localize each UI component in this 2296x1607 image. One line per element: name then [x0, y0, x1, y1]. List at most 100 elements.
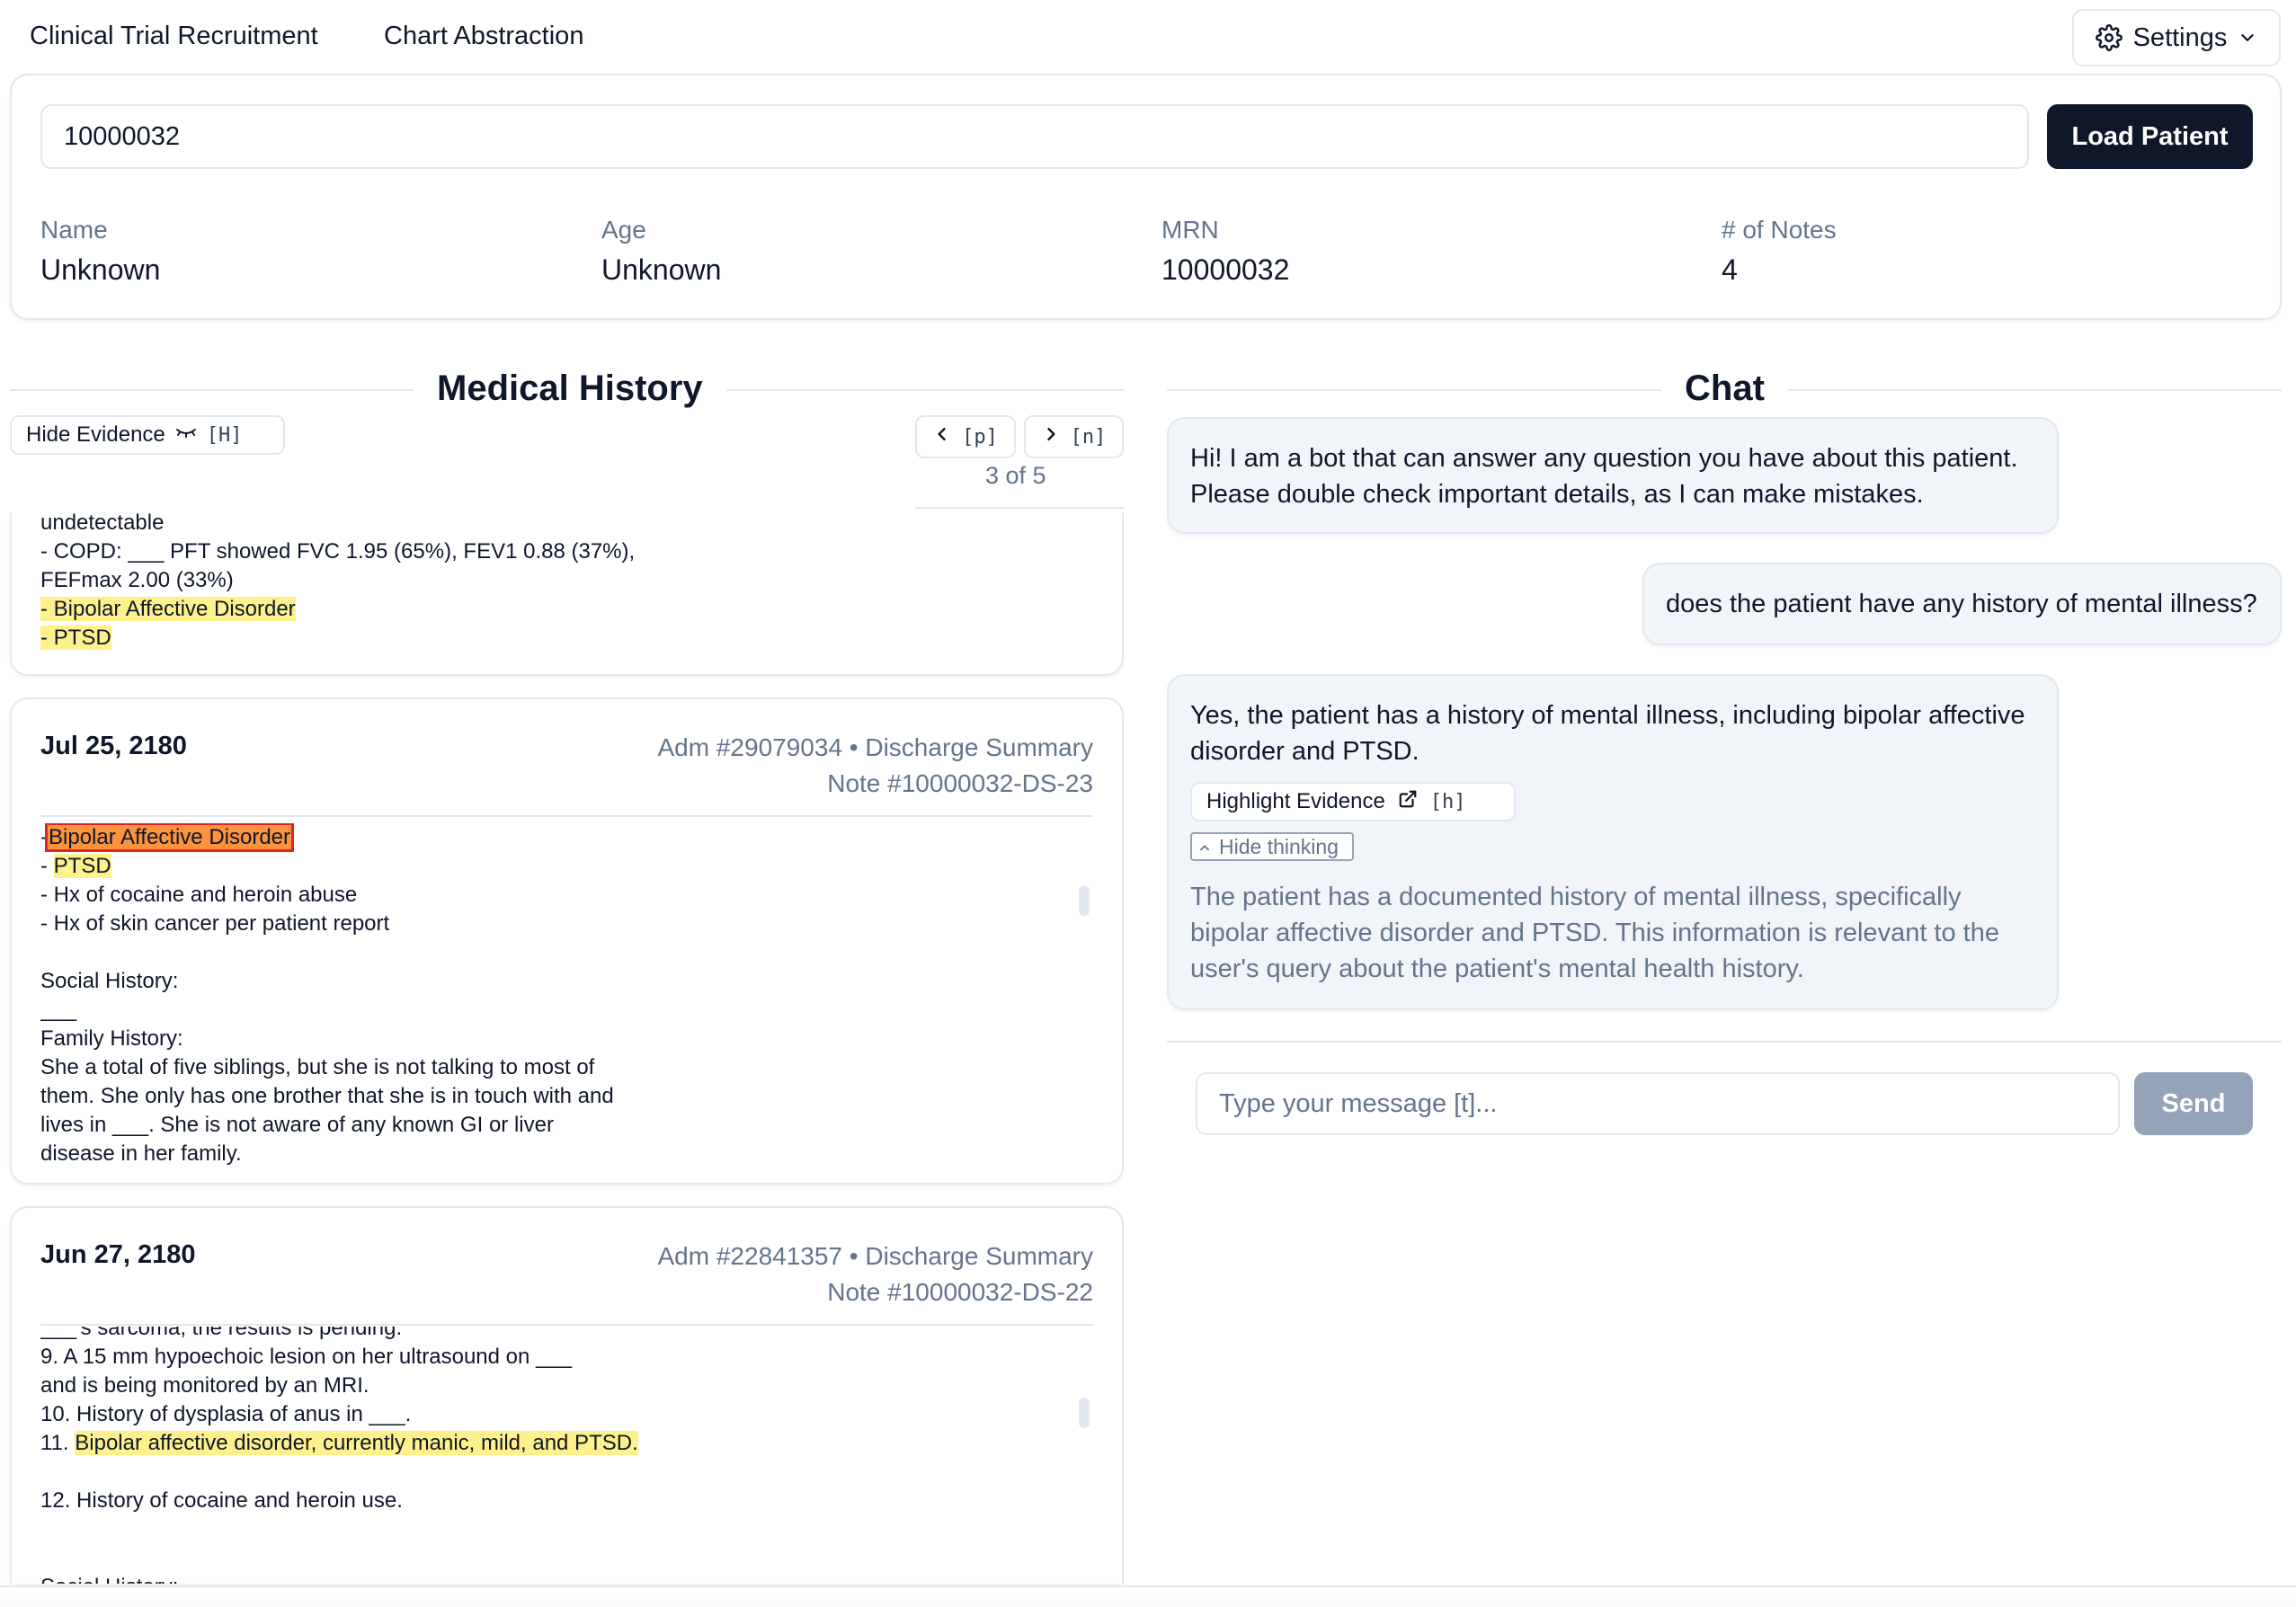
chat-composer-rule	[1167, 1041, 2282, 1043]
note-line: Family History:	[40, 1026, 183, 1051]
field-label: MRN	[1161, 216, 1219, 244]
eye-closed-icon	[174, 422, 198, 448]
top-nav: Clinical Trial Recruitment Chart Abstrac…	[0, 0, 2296, 75]
evidence-highlight: PTSD	[53, 854, 111, 878]
bot-message: Yes, the patient has a history of mental…	[1167, 674, 2059, 1010]
patient-field-note-count: # of Notes 4	[1722, 216, 1837, 287]
chat-title: Chat	[1661, 368, 1788, 409]
note-divider	[40, 1324, 1093, 1326]
external-link-icon	[1398, 789, 1418, 815]
prev-note-button[interactable]: [p]	[915, 415, 1016, 458]
load-patient-button[interactable]: Load Patient	[2047, 104, 2253, 169]
note-line: - PTSD	[40, 624, 939, 653]
note-pager-count: 3 of 5	[985, 462, 1046, 489]
note-line	[40, 1515, 939, 1544]
note-card[interactable]: Jun 27, 2180 Adm #22841357 • Discharge S…	[10, 1206, 1124, 1584]
field-label: Age	[601, 216, 646, 244]
note-line: - COPD: ___ PFT showed FVC 1.95 (65%), F…	[40, 539, 636, 564]
note-line: disease in her family.	[40, 1141, 242, 1166]
highlight-evidence-shortcut: [h]	[1429, 790, 1466, 813]
nav-link-chart-abstraction[interactable]: Chart Abstraction	[384, 22, 583, 51]
user-message-text: does the patient have any history of men…	[1666, 590, 2257, 618]
note-line: -Bipolar Affective Disorder	[40, 823, 295, 852]
highlight-evidence-button[interactable]: Highlight Evidence [h]	[1190, 782, 1516, 821]
chevron-left-icon	[933, 424, 951, 450]
prev-shortcut: [p]	[962, 425, 998, 448]
note-admission: Adm #22841357 • Discharge Summary	[657, 1242, 1094, 1270]
patient-field-name: Name Unknown	[40, 216, 160, 287]
field-value: 10000032	[1161, 253, 1290, 286]
note-scrollbar[interactable]	[1079, 1398, 1090, 1428]
note-scrollbar[interactable]	[1079, 885, 1090, 916]
settings-button[interactable]: Settings	[2072, 9, 2281, 67]
note-card[interactable]: Jul 25, 2180 Adm #29079034 • Discharge S…	[10, 697, 1124, 1185]
bot-message-text: Yes, the patient has a history of mental…	[1190, 701, 2025, 766]
page-bottom-edge	[0, 1585, 2296, 1607]
note-line: - Bipolar Affective Disorder	[40, 595, 939, 624]
send-button[interactable]: Send	[2134, 1072, 2253, 1135]
note-line: ___	[40, 998, 77, 1022]
note-body[interactable]: ___'s sarcoma, the results is pending. 9…	[40, 1327, 939, 1584]
note-admission: Adm #29079034 • Discharge Summary	[657, 733, 1094, 761]
field-value: Unknown	[40, 253, 161, 286]
user-message: does the patient have any history of men…	[1642, 563, 2282, 645]
hide-evidence-shortcut: [H]	[206, 423, 243, 447]
field-label: Name	[40, 216, 108, 244]
evidence-highlight: - PTSD	[40, 626, 111, 650]
patient-field-mrn: MRN 10000032	[1161, 216, 1289, 287]
field-value: 4	[1722, 253, 1738, 286]
note-line: - Hx of cocaine and heroin abuse	[40, 883, 358, 907]
note-body[interactable]: -Bipolar Affective Disorder - PTSD - Hx …	[40, 823, 939, 1168]
note-meta: Adm #29079034 • Discharge Summary Note #…	[658, 730, 1094, 802]
thinking-text: The patient has a documented history of …	[1190, 883, 1999, 983]
note-line: them. She only has one brother that she …	[40, 1084, 614, 1108]
note-date: Jun 27, 2180	[40, 1240, 196, 1269]
note-line: undetectable	[40, 512, 165, 535]
next-shortcut: [n]	[1070, 425, 1107, 448]
chevron-up-icon	[1197, 835, 1212, 859]
bot-message-text: Hi! I am a bot that can answer any quest…	[1190, 444, 2018, 509]
hide-evidence-toggle[interactable]: Hide Evidence [H]	[10, 415, 285, 455]
next-note-button[interactable]: [n]	[1024, 415, 1124, 458]
chevron-right-icon	[1042, 424, 1060, 450]
chat-message-input[interactable]	[1196, 1072, 2120, 1135]
note-body[interactable]: undetectable - COPD: ___ PFT showed FVC …	[40, 512, 939, 653]
note-meta: Adm #22841357 • Discharge Summary Note #…	[658, 1239, 1094, 1310]
nav-link-clinical-trial-recruitment[interactable]: Clinical Trial Recruitment	[30, 22, 318, 51]
pager-rule	[915, 507, 1124, 509]
note-line: ___'s sarcoma, the results is pending.	[40, 1327, 403, 1340]
hide-thinking-toggle[interactable]: Hide thinking	[1190, 832, 1354, 861]
note-line: 9. A 15 mm hypoechoic lesion on her ultr…	[40, 1345, 573, 1369]
active-evidence-highlight: Bipolar Affective Disorder	[44, 823, 295, 852]
note-line: and is being monitored by an MRI.	[40, 1373, 369, 1398]
note-line	[40, 1458, 939, 1487]
note-line	[40, 938, 939, 967]
bot-message: Hi! I am a bot that can answer any quest…	[1167, 417, 2059, 534]
note-line: FEFmax 2.00 (33%)	[40, 568, 234, 592]
field-value: Unknown	[601, 253, 722, 286]
settings-label: Settings	[2132, 22, 2228, 52]
gear-icon	[2095, 24, 2122, 51]
note-line: - Hx of skin cancer per patient report	[40, 911, 390, 936]
note-line: She a total of five siblings, but she is…	[40, 1055, 595, 1079]
note-line: Social History:	[40, 1573, 939, 1584]
medical-history-title: Medical History	[414, 368, 726, 409]
evidence-highlight: - Bipolar Affective Disorder	[40, 597, 296, 621]
note-line: 11. Bipolar affective disorder, currentl…	[40, 1431, 638, 1455]
hide-thinking-label: Hide thinking	[1219, 834, 1339, 858]
patient-id-input[interactable]	[40, 104, 2029, 169]
hide-evidence-label: Hide Evidence	[26, 422, 165, 447]
highlight-evidence-label: Highlight Evidence	[1206, 789, 1385, 813]
field-label: # of Notes	[1722, 216, 1837, 244]
note-date: Jul 25, 2180	[40, 732, 187, 760]
chevron-down-icon	[2238, 28, 2257, 48]
note-line: lives in ___. She is not aware of any kn…	[40, 1113, 554, 1137]
evidence-highlight: Bipolar affective disorder, currently ma…	[75, 1431, 638, 1455]
note-id: Note #10000032-DS-23	[827, 769, 1093, 797]
note-line: Social History:	[40, 969, 179, 993]
note-card[interactable]: undetectable - COPD: ___ PFT showed FVC …	[10, 512, 1124, 676]
note-line: 10. History of dysplasia of anus in ___.	[40, 1402, 412, 1426]
patient-field-age: Age Unknown	[601, 216, 721, 287]
note-line: - PTSD	[40, 854, 111, 878]
note-line	[40, 1544, 939, 1573]
